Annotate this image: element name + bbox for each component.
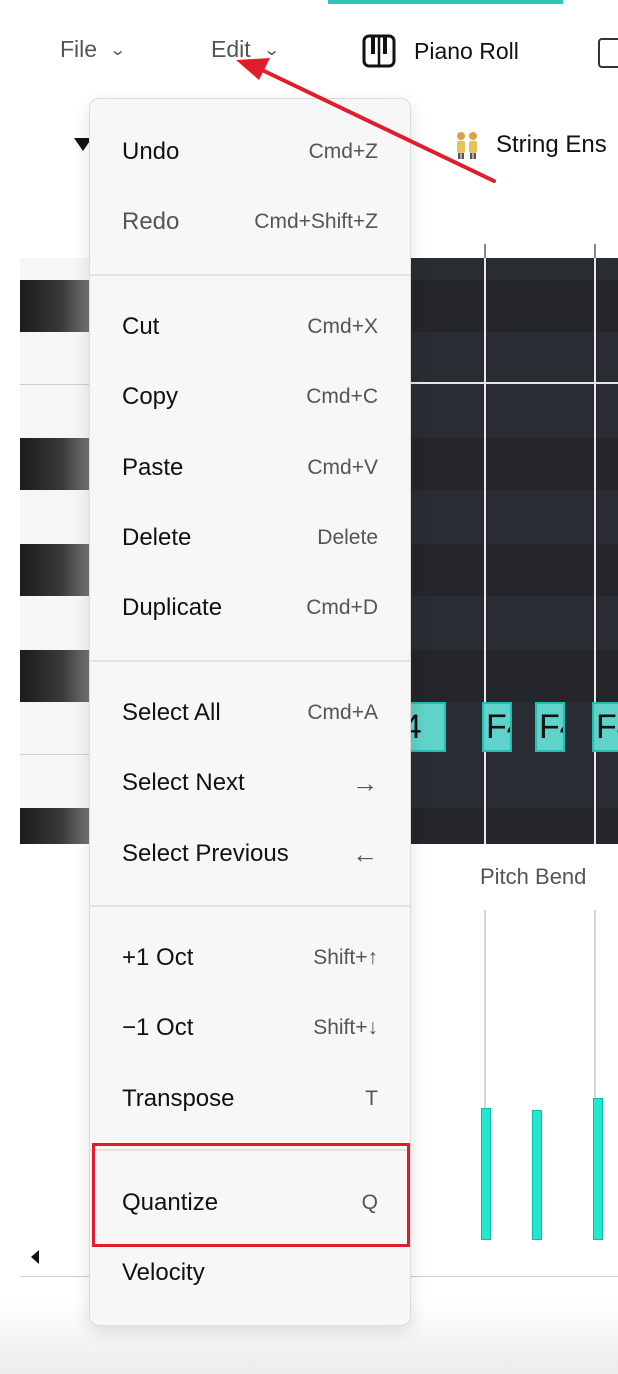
menu-item-select-previous[interactable]: Select Previous ← (90, 819, 410, 889)
menu-item-paste[interactable]: Paste Cmd+V (90, 433, 410, 503)
black-key[interactable] (20, 808, 90, 844)
chevron-down-icon: ⌄ (109, 41, 127, 59)
highlight-box (92, 1143, 410, 1247)
note-label: F4 (596, 708, 618, 746)
menu-item-shortcut: ← (352, 838, 378, 869)
menu-item-label: Redo (122, 208, 180, 235)
menu-item-shortcut: Cmd+Z (308, 140, 378, 163)
score-icon[interactable] (598, 38, 618, 68)
file-menu-label: File (60, 36, 98, 62)
grid-lane (410, 544, 618, 596)
black-key[interactable] (20, 544, 90, 596)
menu-item-duplicate[interactable]: Duplicate Cmd+D (90, 573, 410, 643)
menu-separator (90, 905, 410, 907)
edit-menu-label: Edit (211, 36, 251, 62)
menu-item-select-next[interactable]: Select Next → (90, 748, 410, 818)
velocity-bar[interactable] (532, 1110, 542, 1240)
menu-item-label: Copy (122, 383, 179, 410)
timeline-ruler[interactable] (410, 240, 618, 260)
velocity-plot[interactable] (410, 900, 618, 1270)
pitch-bend-label[interactable]: Pitch Bend (480, 864, 586, 890)
menu-item-label: Transpose (122, 1085, 235, 1112)
active-tab-indicator (328, 0, 563, 4)
black-key[interactable] (20, 438, 90, 490)
menu-item-shortcut: Cmd+A (307, 701, 378, 724)
menu-item-shortcut: Cmd+C (306, 385, 378, 408)
menu-item-label: Velocity (122, 1259, 205, 1286)
midi-note[interactable]: F4 (592, 702, 618, 752)
velocity-bar[interactable] (593, 1098, 603, 1240)
menu-item-label: Select Previous (122, 840, 289, 867)
menu-item-shortcut: Shift+↑ (313, 946, 378, 969)
instrument-name: String Ens (496, 131, 607, 158)
grid-lane (410, 808, 618, 844)
chevron-down-icon: ⌄ (262, 41, 281, 59)
grid-line (484, 258, 486, 844)
menu-item-undo[interactable]: Undo Cmd+Z (90, 117, 410, 187)
midi-note[interactable]: F4 (410, 702, 446, 752)
menu-item-label: Paste (122, 454, 184, 481)
menu-item-label: Select Next (122, 769, 245, 796)
scroll-left-icon[interactable] (31, 1250, 39, 1264)
menu-item-shortcut: Shift+↓ (313, 1016, 378, 1039)
grid-line (410, 382, 618, 384)
black-key[interactable] (20, 280, 90, 332)
key-divider (20, 384, 90, 385)
menu-item-velocity[interactable]: Velocity (90, 1238, 410, 1308)
edit-dropdown-menu: Undo Cmd+Z Redo Cmd+Shift+Z Cut Cmd+X Co… (89, 98, 411, 1326)
menu-item-label: Delete (122, 524, 192, 551)
menubar: File ⌄ Edit ⌄ Piano Roll (0, 0, 618, 100)
menu-item-shortcut: T (365, 1087, 378, 1110)
menu-item-label: Select All (122, 699, 221, 726)
file-menu[interactable]: File ⌄ (60, 36, 127, 63)
menu-item-shortcut: Cmd+Shift+Z (254, 210, 378, 233)
velocity-bar[interactable] (481, 1108, 491, 1240)
menu-item-select-all[interactable]: Select All Cmd+A (90, 678, 410, 748)
note-label: F4 (539, 708, 563, 746)
key-divider (20, 754, 90, 755)
instrument-selector[interactable]: String Ens (452, 130, 607, 160)
menu-item-label: Undo (122, 138, 180, 165)
people-icon (457, 132, 477, 159)
menu-item-transpose[interactable]: Transpose T (90, 1064, 410, 1134)
menu-item-octave-down[interactable]: −1 Oct Shift+↓ (90, 993, 410, 1063)
black-key[interactable] (20, 650, 90, 702)
menu-item-label: Cut (122, 313, 160, 340)
tab-piano-roll-label: Piano Roll (414, 37, 519, 64)
menu-item-copy[interactable]: Copy Cmd+C (90, 362, 410, 432)
menu-item-delete[interactable]: Delete Delete (90, 503, 410, 573)
menu-item-shortcut: Cmd+X (307, 315, 378, 338)
menu-item-shortcut: → (352, 767, 378, 798)
midi-note[interactable]: F4 (482, 702, 512, 752)
grid-lane (410, 280, 618, 332)
grid-lane (410, 650, 618, 702)
note-grid[interactable]: F4 F4 F4 F4 (410, 258, 618, 844)
grid-lane (410, 438, 618, 490)
menu-item-shortcut: Delete (317, 526, 378, 549)
tab-piano-roll[interactable]: Piano Roll (362, 34, 519, 68)
menu-item-octave-up[interactable]: +1 Oct Shift+↑ (90, 923, 410, 993)
menu-item-cut[interactable]: Cut Cmd+X (90, 292, 410, 362)
midi-note[interactable]: F4 (535, 702, 565, 752)
menu-item-redo[interactable]: Redo Cmd+Shift+Z (90, 187, 410, 257)
note-label: F4 (410, 708, 422, 746)
edit-menu[interactable]: Edit ⌄ (211, 36, 281, 63)
menu-separator (90, 660, 410, 662)
grid-line (594, 258, 596, 844)
menu-separator (90, 274, 410, 276)
piano-keyboard[interactable] (20, 258, 91, 844)
menu-item-shortcut: Cmd+V (307, 456, 378, 479)
menu-item-label: Duplicate (122, 594, 223, 621)
menu-item-shortcut: Cmd+D (306, 596, 378, 619)
note-label: F4 (486, 708, 510, 746)
piano-icon (362, 34, 396, 68)
menu-item-label: +1 Oct (122, 944, 194, 971)
menu-item-label: −1 Oct (122, 1014, 194, 1041)
